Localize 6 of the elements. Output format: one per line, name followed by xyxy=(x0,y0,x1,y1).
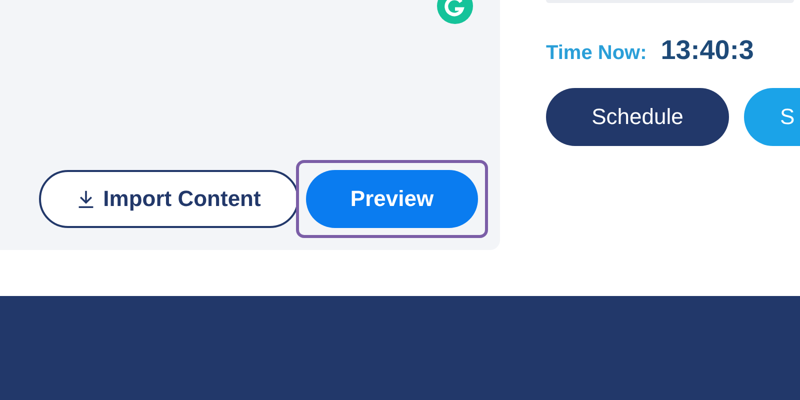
schedule-button[interactable]: Schedule xyxy=(546,88,729,146)
import-content-button[interactable]: Import Content xyxy=(39,170,299,228)
current-time: 13:40:3 xyxy=(660,35,754,66)
time-label: Time Now: xyxy=(546,42,647,65)
preview-button[interactable]: Preview xyxy=(306,170,478,228)
download-icon xyxy=(77,189,96,209)
